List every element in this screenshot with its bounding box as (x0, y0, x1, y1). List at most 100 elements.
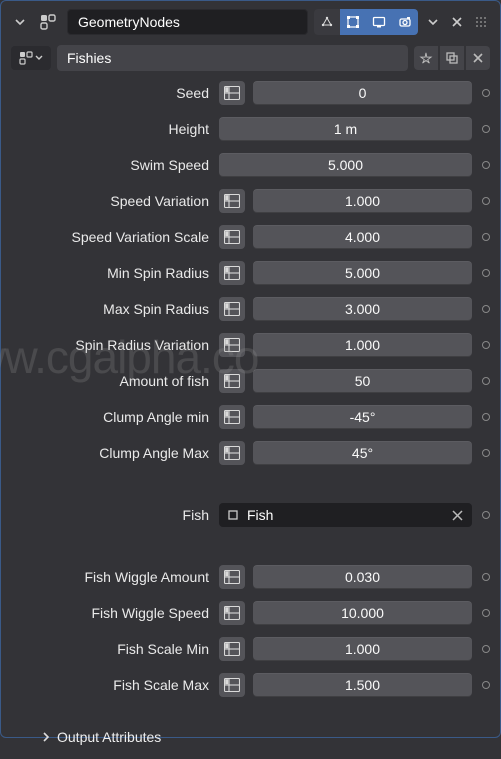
keyframe-dot[interactable] (482, 413, 490, 421)
collapse-toggle[interactable] (11, 13, 29, 31)
property-label: Max Spin Radius (11, 301, 211, 317)
keyframe-dot[interactable] (482, 449, 490, 457)
fake-user-toggle[interactable] (414, 46, 438, 70)
attribute-toggle-button[interactable] (219, 673, 245, 697)
property-row: Fish Wiggle Amount 0.030 (11, 565, 490, 589)
property-value-field[interactable]: 1.000 (253, 189, 472, 213)
keyframe-dot[interactable] (482, 197, 490, 205)
show-render-toggle[interactable] (392, 9, 418, 35)
property-value-field[interactable]: 0 (253, 81, 472, 105)
property-value-field[interactable]: 45° (253, 441, 472, 465)
attribute-toggle-button[interactable] (219, 637, 245, 661)
property-value-field[interactable]: 1.500 (253, 673, 472, 697)
property-row: Height 1 m (11, 117, 490, 141)
property-value-field[interactable]: 1.000 (253, 637, 472, 661)
property-value-field[interactable]: -45° (253, 405, 472, 429)
attribute-toggle-button[interactable] (219, 405, 245, 429)
property-label: Speed Variation (11, 193, 211, 209)
attribute-toggle-button[interactable] (219, 441, 245, 465)
property-row: Clump Angle min -45° (11, 405, 490, 429)
keyframe-dot[interactable] (482, 341, 490, 349)
chevron-right-icon (41, 732, 51, 742)
keyframe-dot[interactable] (482, 645, 490, 653)
attribute-toggle-button[interactable] (219, 601, 245, 625)
show-editmode-toggle[interactable] (340, 9, 366, 35)
property-row: Spin Radius Variation 1.000 (11, 333, 490, 357)
property-row: Swim Speed 5.000 (11, 153, 490, 177)
modifier-close-button[interactable] (448, 13, 466, 31)
keyframe-dot[interactable] (482, 89, 490, 97)
output-attributes-label: Output Attributes (57, 729, 161, 745)
attribute-toggle-button[interactable] (219, 333, 245, 357)
property-row: Clump Angle Max 45° (11, 441, 490, 465)
keyframe-dot[interactable] (482, 511, 490, 519)
duplicate-nodegroup-button[interactable] (440, 46, 464, 70)
nodegroup-bar: Fishies (11, 45, 490, 71)
property-label: Fish Scale Min (11, 641, 211, 657)
attribute-toggle-button[interactable] (219, 189, 245, 213)
property-value-field[interactable]: 0.030 (253, 565, 472, 589)
unlink-nodegroup-button[interactable] (466, 46, 490, 70)
modifier-panel: GeometryNodes (1, 1, 500, 759)
attribute-toggle-button[interactable] (219, 565, 245, 589)
property-label: Height (11, 121, 211, 137)
modifier-header: GeometryNodes (11, 9, 490, 35)
attribute-toggle-button[interactable] (219, 81, 245, 105)
nodegroup-name-field[interactable]: Fishies (57, 45, 408, 71)
property-value-field[interactable]: 4.000 (253, 225, 472, 249)
attribute-toggle-button[interactable] (219, 297, 245, 321)
show-viewport-toggle[interactable] (366, 9, 392, 35)
property-row: Fish Wiggle Speed 10.000 (11, 601, 490, 625)
object-picker-field[interactable]: Fish (219, 503, 472, 527)
property-row: Seed 0 (11, 81, 490, 105)
property-value-field[interactable]: 3.000 (253, 297, 472, 321)
property-value-field[interactable]: 10.000 (253, 601, 472, 625)
property-label: Amount of fish (11, 373, 211, 389)
modifier-extras-dropdown[interactable] (424, 13, 442, 31)
property-row: Speed Variation 1.000 (11, 189, 490, 213)
nodegroup-actions (414, 46, 490, 70)
property-row: Min Spin Radius 5.000 (11, 261, 490, 285)
property-label: Speed Variation Scale (11, 229, 211, 245)
property-row: Max Spin Radius 3.000 (11, 297, 490, 321)
keyframe-dot[interactable] (482, 233, 490, 241)
attribute-toggle-button[interactable] (219, 225, 245, 249)
property-row: Speed Variation Scale 4.000 (11, 225, 490, 249)
property-value-field[interactable]: 5.000 (219, 153, 472, 177)
property-label: Spin Radius Variation (11, 337, 211, 353)
nodegroup-name-text: Fishies (67, 50, 111, 66)
keyframe-dot[interactable] (482, 269, 490, 277)
property-value-field[interactable]: 5.000 (253, 261, 472, 285)
keyframe-dot[interactable] (482, 161, 490, 169)
keyframe-dot[interactable] (482, 125, 490, 133)
modifier-name-field[interactable]: GeometryNodes (67, 9, 308, 35)
attribute-toggle-button[interactable] (219, 369, 245, 393)
modifier-icon[interactable] (35, 10, 61, 34)
property-row: Fish Scale Min 1.000 (11, 637, 490, 661)
property-label: Min Spin Radius (11, 265, 211, 281)
keyframe-dot[interactable] (482, 305, 490, 313)
property-label: Swim Speed (11, 157, 211, 173)
modifier-name-text: GeometryNodes (78, 14, 180, 30)
property-label: Seed (11, 85, 211, 101)
keyframe-dot[interactable] (482, 609, 490, 617)
attribute-toggle-button[interactable] (219, 261, 245, 285)
keyframe-dot[interactable] (482, 573, 490, 581)
properties-list: Seed 0 Height 1 m Swim Speed 5.000 Speed Vari… (11, 81, 490, 723)
clear-object-button[interactable] (448, 506, 466, 524)
mesh-icon (225, 507, 241, 523)
property-label: Clump Angle Max (11, 445, 211, 461)
output-attributes-toggle[interactable]: Output Attributes (11, 723, 490, 745)
drag-handle-icon[interactable] (472, 16, 490, 28)
keyframe-dot[interactable] (482, 377, 490, 385)
property-value-field[interactable]: 50 (253, 369, 472, 393)
property-label: Fish Scale Max (11, 677, 211, 693)
keyframe-dot[interactable] (482, 681, 490, 689)
property-value-field[interactable]: 1.000 (253, 333, 472, 357)
property-value-field[interactable]: 1 m (219, 117, 472, 141)
show-pointcloud-toggle[interactable] (314, 9, 340, 35)
property-label: Fish (11, 507, 211, 523)
modifier-display-group (314, 9, 418, 35)
property-label: Clump Angle min (11, 409, 211, 425)
nodegroup-browse-button[interactable] (11, 46, 51, 70)
